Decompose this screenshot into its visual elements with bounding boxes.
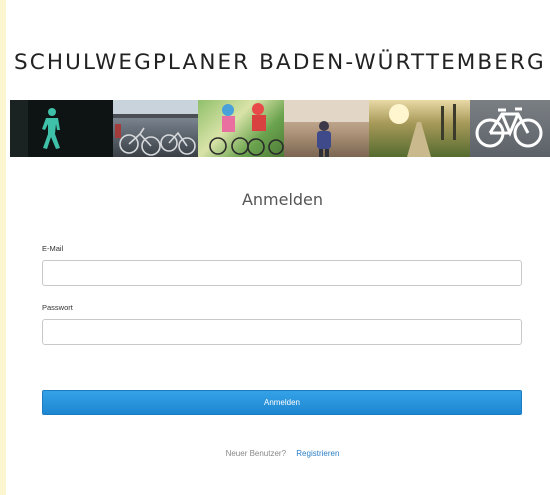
child-walking-icon [284, 100, 369, 157]
children-cycling-icon [209, 103, 284, 156]
left-edge-strip [0, 0, 6, 495]
banner-image-traffic-light [10, 100, 113, 157]
password-field[interactable] [42, 319, 522, 345]
banner-image-sunlit-road [369, 100, 470, 157]
login-button[interactable]: Anmelden [42, 390, 522, 415]
bicycle-sign-icon [475, 107, 543, 148]
login-heading: Anmelden [241, 190, 324, 209]
email-label: E-Mail [42, 244, 64, 253]
sunlit-road-icon [389, 104, 456, 157]
register-link[interactable]: Registrieren [296, 449, 339, 458]
banner-image-parked-bicycles [113, 100, 198, 157]
banner-image-children-bicycles [198, 100, 284, 157]
banner-image-child-walking [284, 100, 369, 157]
email-field[interactable] [42, 260, 522, 286]
register-prompt: Neuer Benutzer? [225, 449, 287, 458]
parked-bicycles-icon [113, 100, 198, 156]
pedestrian-signal-icon [10, 100, 60, 157]
header-banner [10, 100, 550, 157]
site-title: SCHULWEGPLANER BADEN-WÜRTTEMBERG [14, 50, 546, 75]
banner-image-bicycle-sign [470, 100, 550, 157]
password-label: Passwort [42, 303, 73, 312]
register-row: Neuer Benutzer? Registrieren [0, 449, 550, 458]
